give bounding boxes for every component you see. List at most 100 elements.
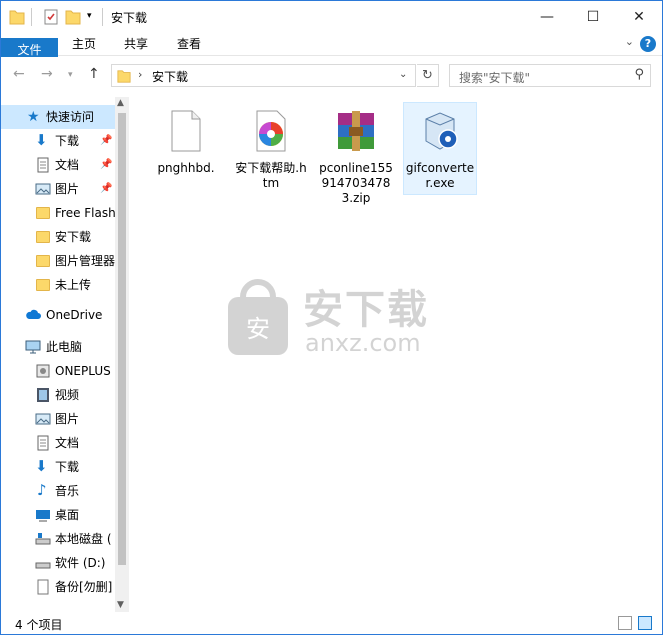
sidebar-item-documents-pc[interactable]: 文档 — [1, 431, 115, 455]
breadcrumb-current[interactable]: 安下载 — [152, 68, 188, 85]
sidebar-item-downloads[interactable]: ⬇ 下载 📌 — [1, 129, 115, 153]
sidebar-item-oneplus[interactable]: ONEPLUS — [1, 359, 115, 383]
sidebar-item-label: 视频 — [55, 388, 80, 402]
folder-icon — [36, 279, 50, 291]
file-name: gifconverter.exe — [405, 161, 475, 190]
window-title: 安下载 — [111, 11, 148, 25]
scrollbar-thumb[interactable] — [118, 113, 126, 565]
toolbar-divider — [31, 8, 32, 26]
item-count: 4 个项目 — [15, 618, 63, 632]
new-folder-icon[interactable] — [65, 8, 81, 26]
pin-icon[interactable]: 📌 — [100, 129, 112, 153]
sidebar-item-documents[interactable]: 文档 📌 — [1, 153, 115, 177]
sidebar-item-label: 此电脑 — [46, 340, 83, 354]
file-item[interactable]: pconline1559147034783.zip — [319, 103, 393, 209]
back-icon[interactable]: ← — [13, 66, 25, 82]
large-icons-view-icon[interactable] — [638, 616, 652, 630]
sidebar-item-anxz[interactable]: 安下载 — [1, 225, 115, 249]
document-icon — [37, 435, 49, 451]
sidebar-item-downloads-pc[interactable]: ⬇ 下载 — [1, 455, 115, 479]
folder-icon — [36, 231, 50, 243]
sidebar-item-label: ONEPLUS — [55, 364, 111, 378]
sidebar-item-label: 未上传 — [55, 278, 92, 292]
sidebar-item-desktop[interactable]: 桌面 — [1, 503, 115, 527]
sidebar-item-software-d[interactable]: 软件 (D:) — [1, 551, 115, 575]
htm-file-icon — [256, 110, 286, 152]
sidebar-item-label: 文档 — [55, 436, 80, 450]
drive-icon — [37, 579, 49, 595]
folder-icon — [36, 255, 50, 267]
breadcrumb-separator-icon[interactable]: › — [138, 68, 142, 81]
pin-icon[interactable]: 📌 — [100, 177, 112, 201]
ribbon-tabs: 文件 主页 共享 查看 ⌄ ? — [1, 32, 662, 62]
device-icon — [36, 364, 50, 378]
sidebar-item-label: 文档 — [55, 158, 80, 172]
file-item-selected[interactable]: gifconverter.exe — [403, 102, 477, 195]
navigation-pane: ★ 快速访问 ⬇ 下载 📌 文档 📌 图片 📌 Free Flash 安下载 图… — [1, 97, 129, 612]
scroll-up-icon[interactable]: ▲ — [117, 98, 124, 108]
sidebar-item-backup[interactable]: 备份[勿删] — [1, 575, 115, 599]
video-icon — [37, 388, 49, 402]
file-item[interactable]: 安下载帮助.htm — [234, 103, 308, 194]
sidebar-item-not-uploaded[interactable]: 未上传 — [1, 273, 115, 297]
sidebar-item-music[interactable]: ♪ 音乐 — [1, 479, 115, 503]
file-name: pconline1559147034783.zip — [319, 161, 393, 205]
search-icon[interactable]: ⚲ — [634, 67, 644, 82]
scroll-down-icon[interactable]: ▼ — [117, 600, 124, 610]
sidebar-item-videos[interactable]: 视频 — [1, 383, 115, 407]
sidebar-item-label: 图片 — [55, 182, 80, 196]
search-input[interactable]: 搜索"安下载" ⚲ — [449, 64, 651, 87]
pictures-icon — [35, 183, 51, 195]
pictures-icon — [35, 413, 51, 425]
sidebar-item-quick-access[interactable]: ★ 快速访问 — [1, 105, 115, 129]
up-icon[interactable]: ↑ — [88, 66, 100, 82]
computer-icon — [25, 340, 41, 354]
navigation-bar: ← → ▾ ↑ › 安下载 ⌄ ↻ 搜索"安下载" ⚲ — [1, 57, 662, 95]
sidebar-item-free-flash[interactable]: Free Flash — [1, 201, 115, 225]
sidebar-item-this-pc[interactable]: 此电脑 — [1, 335, 115, 359]
sidebar-item-pictures-pc[interactable]: 图片 — [1, 407, 115, 431]
sidebar-item-local-disk[interactable]: 本地磁盘 ( — [1, 527, 115, 551]
details-view-icon[interactable] — [618, 616, 632, 630]
title-bar: ▾ 安下载 — ☐ ✕ — [1, 1, 662, 32]
expand-ribbon-icon[interactable]: ⌄ — [625, 35, 634, 48]
file-name: pnghhbd. — [157, 161, 215, 175]
sidebar-item-label: 安下载 — [55, 230, 92, 244]
status-bar: 4 个项目 — [1, 612, 662, 634]
tab-view[interactable]: 查看 — [169, 32, 209, 56]
drive-icon — [35, 562, 51, 569]
download-icon: ⬇ — [35, 457, 48, 475]
properties-icon[interactable] — [43, 8, 59, 26]
close-button[interactable]: ✕ — [616, 1, 662, 32]
music-icon: ♪ — [37, 481, 47, 499]
maximize-button[interactable]: ☐ — [570, 1, 616, 32]
forward-icon[interactable]: → — [41, 66, 53, 82]
refresh-button[interactable]: ↻ — [417, 64, 439, 87]
sidebar-item-label: 备份[勿删] — [55, 580, 113, 594]
address-dropdown-icon[interactable]: ⌄ — [399, 69, 407, 80]
minimize-button[interactable]: — — [524, 1, 570, 32]
shield-bag-icon: 安 — [228, 279, 288, 355]
folder-icon — [36, 207, 50, 219]
sidebar-item-label: OneDrive — [46, 308, 103, 322]
document-icon — [37, 157, 49, 173]
file-name: 安下载帮助.htm — [235, 161, 307, 190]
sidebar-item-image-manager[interactable]: 图片管理器 — [1, 249, 115, 273]
sidebar-scrollbar[interactable]: ▲ ▼ — [115, 97, 129, 612]
sidebar-item-label: 软件 (D:) — [55, 556, 106, 570]
sidebar-item-onedrive[interactable]: OneDrive — [1, 303, 115, 327]
desktop-icon — [36, 510, 50, 522]
file-item[interactable]: pnghhbd. — [149, 103, 223, 179]
help-icon[interactable]: ? — [640, 36, 656, 52]
recent-locations-icon[interactable]: ▾ — [68, 70, 73, 80]
tab-home[interactable]: 主页 — [64, 32, 104, 56]
sidebar-item-label: 图片管理器 — [55, 254, 115, 268]
watermark-text: 安下载 — [303, 287, 429, 333]
sidebar-item-pictures[interactable]: 图片 📌 — [1, 177, 115, 201]
explorer-window: ▾ 安下载 — ☐ ✕ 文件 主页 共享 查看 ⌄ ? ← → ▾ ↑ › 安下… — [0, 0, 663, 635]
tab-share[interactable]: 共享 — [116, 32, 156, 56]
customize-toolbar-icon[interactable]: ▾ — [87, 11, 97, 29]
address-bar[interactable]: › 安下载 — [111, 64, 416, 87]
pin-icon[interactable]: 📌 — [100, 153, 112, 177]
toolbar-divider — [102, 8, 103, 26]
